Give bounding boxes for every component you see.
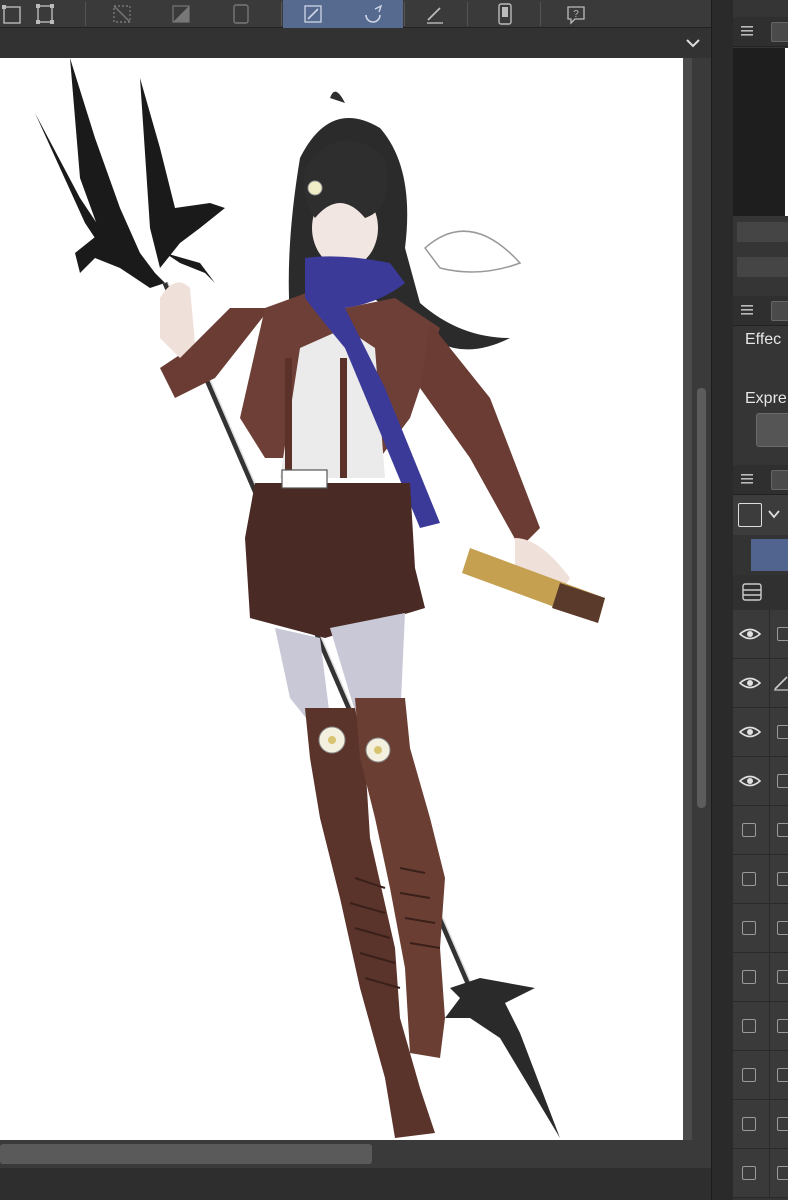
menu-icon[interactable] xyxy=(741,304,753,316)
zoom-slider[interactable] xyxy=(737,222,788,242)
character-illustration xyxy=(35,58,605,1138)
effect-label: Effec xyxy=(745,331,782,348)
invert-selection-icon[interactable] xyxy=(167,0,195,28)
menu-icon[interactable] xyxy=(741,25,753,37)
visibility-checkbox[interactable] xyxy=(742,823,756,837)
chevron-down-icon[interactable] xyxy=(683,33,703,53)
visibility-checkbox[interactable] xyxy=(742,1117,756,1131)
layer-row-divider xyxy=(769,855,770,904)
blend-mode-selector[interactable] xyxy=(733,495,788,535)
layer-panel-tab[interactable] xyxy=(733,465,788,495)
layer-list-icon[interactable] xyxy=(742,583,762,601)
layer-row[interactable] xyxy=(733,1149,788,1198)
layer-tools-row-2 xyxy=(733,575,788,610)
layer-row[interactable] xyxy=(733,757,788,806)
layer-row[interactable] xyxy=(733,1051,788,1100)
clip-layer-button[interactable] xyxy=(751,539,788,571)
layer-row[interactable] xyxy=(733,659,788,708)
visibility-checkbox[interactable] xyxy=(742,970,756,984)
layer-color-box[interactable] xyxy=(738,503,762,527)
layer-row[interactable] xyxy=(733,1100,788,1149)
layer-row[interactable] xyxy=(733,953,788,1002)
horizontal-scrollbar[interactable] xyxy=(0,1140,711,1168)
lock-checkbox[interactable] xyxy=(777,823,788,837)
canvas-viewport[interactable] xyxy=(0,58,711,1140)
vertical-scrollbar[interactable] xyxy=(692,58,711,1140)
lock-checkbox[interactable] xyxy=(777,921,788,935)
menu-icon[interactable] xyxy=(741,473,753,485)
lock-checkbox[interactable] xyxy=(777,1019,788,1033)
pen-edit-icon[interactable] xyxy=(283,0,343,28)
horizontal-scrollbar-thumb[interactable] xyxy=(0,1144,372,1164)
lock-checkbox[interactable] xyxy=(777,774,788,788)
select-transform-icon[interactable] xyxy=(0,0,26,28)
layer-row[interactable] xyxy=(733,806,788,855)
layers-tab-icon[interactable] xyxy=(771,470,788,490)
layer-row[interactable] xyxy=(733,1002,788,1051)
expression-color-label: Expre xyxy=(745,390,787,407)
drawing-canvas[interactable] xyxy=(0,58,683,1140)
layer-row-divider xyxy=(769,1002,770,1051)
panel-divider[interactable] xyxy=(711,0,733,1200)
eye-icon[interactable] xyxy=(739,626,761,642)
eye-icon[interactable] xyxy=(739,724,761,740)
visibility-checkbox[interactable] xyxy=(742,872,756,886)
rotate-slider[interactable] xyxy=(737,257,788,277)
layer-row-divider xyxy=(769,1051,770,1100)
layer-row[interactable] xyxy=(733,610,788,659)
layer-property-tab[interactable] xyxy=(733,296,788,326)
right-panel: Effec Expre xyxy=(733,0,788,1200)
layer-row-divider xyxy=(769,757,770,806)
layer-row-divider xyxy=(769,708,770,757)
visibility-checkbox[interactable] xyxy=(742,921,756,935)
eye-icon[interactable] xyxy=(739,773,761,789)
status-strip xyxy=(0,1168,711,1200)
lock-checkbox[interactable] xyxy=(777,1117,788,1131)
chevron-down-icon[interactable] xyxy=(767,507,781,521)
clear-selection-icon[interactable] xyxy=(108,0,136,28)
layer-row[interactable] xyxy=(733,708,788,757)
pencil-icon xyxy=(774,676,788,691)
lock-checkbox[interactable] xyxy=(777,970,788,984)
layer-row-divider xyxy=(769,659,770,708)
eye-icon[interactable] xyxy=(739,675,761,691)
layer-tools-row xyxy=(733,535,788,575)
visibility-checkbox[interactable] xyxy=(742,1019,756,1033)
command-toolbar: ? xyxy=(0,0,711,28)
lock-checkbox[interactable] xyxy=(777,872,788,886)
app-window: ? Effec Expre xyxy=(0,0,788,1200)
page-icon[interactable] xyxy=(228,0,254,28)
crop-grid-icon[interactable] xyxy=(32,0,58,28)
svg-text:?: ? xyxy=(573,9,579,20)
smartphone-icon[interactable] xyxy=(491,0,519,28)
canvas-tab-bar xyxy=(0,28,711,58)
visibility-checkbox[interactable] xyxy=(742,1166,756,1180)
navigator-preview[interactable] xyxy=(733,48,788,216)
lock-checkbox[interactable] xyxy=(777,725,788,739)
visibility-checkbox[interactable] xyxy=(742,1068,756,1082)
layer-row-divider xyxy=(769,904,770,953)
rotate-icon[interactable] xyxy=(343,0,403,28)
navigator-panel-tab[interactable] xyxy=(733,17,788,47)
layer-row-divider xyxy=(769,1100,770,1149)
layer-property-tab-icon[interactable] xyxy=(771,301,788,321)
lock-checkbox[interactable] xyxy=(777,1068,788,1082)
navigator-tab-icon[interactable] xyxy=(771,22,788,42)
layer-row-divider xyxy=(769,610,770,659)
vertical-scrollbar-thumb[interactable] xyxy=(697,388,706,808)
ruler-pen-icon[interactable] xyxy=(421,0,449,28)
layer-row-divider xyxy=(769,806,770,855)
layer-row[interactable] xyxy=(733,855,788,904)
layer-row-divider xyxy=(769,953,770,1002)
expression-color-dropdown[interactable] xyxy=(756,413,788,447)
lock-checkbox[interactable] xyxy=(777,1166,788,1180)
layer-row[interactable] xyxy=(733,904,788,953)
help-icon[interactable]: ? xyxy=(562,0,590,28)
layer-row-divider xyxy=(769,1149,770,1198)
lock-checkbox[interactable] xyxy=(777,627,788,641)
